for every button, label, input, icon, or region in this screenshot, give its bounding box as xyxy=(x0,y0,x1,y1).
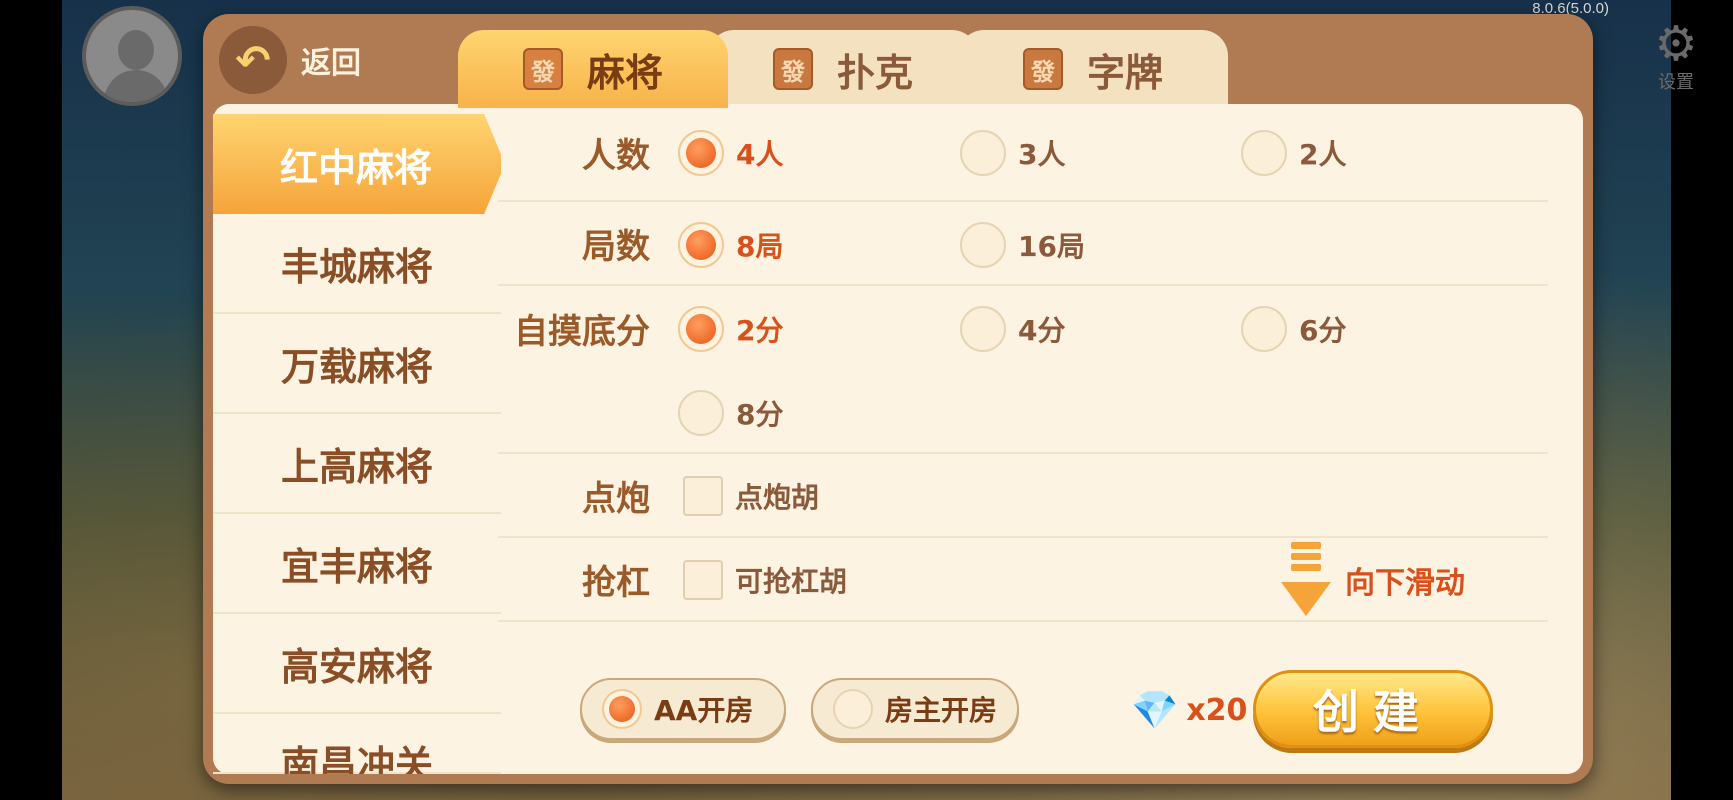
base-score-option-6[interactable]: 6分 xyxy=(1241,306,1346,352)
avatar[interactable] xyxy=(82,6,182,106)
qianggang-checkbox-option[interactable]: 可抢杠胡 xyxy=(683,560,847,600)
sidebar-item-yifeng[interactable]: 宜丰麻将 xyxy=(213,514,501,614)
letterbox-right xyxy=(1671,0,1733,800)
aa-pay-button[interactable]: AA开房 xyxy=(580,678,786,740)
back-arrow-icon: ↶ xyxy=(219,26,287,94)
tab-zipai[interactable]: 發 字牌 xyxy=(958,30,1228,108)
option-label: 6分 xyxy=(1299,314,1347,347)
sidebar-item-fengcheng[interactable]: 丰城麻将 xyxy=(213,214,501,314)
scroll-down-arrow-icon xyxy=(1281,542,1331,618)
letterbox-left xyxy=(0,0,62,800)
option-label: 2人 xyxy=(1299,138,1347,171)
qianggang-label: 抢杠 xyxy=(582,562,650,603)
rounds-option-8[interactable]: 8局 xyxy=(678,222,783,268)
base-score-label: 自摸底分 xyxy=(514,312,650,352)
radio-button[interactable] xyxy=(960,222,1006,268)
tab-label: 麻将 xyxy=(586,50,663,95)
option-label: 4人 xyxy=(736,138,784,171)
tab-mahjong[interactable]: 發 麻将 xyxy=(458,30,728,108)
fa-tile-icon: 發 xyxy=(1022,48,1063,90)
content-area: 红中麻将 丰城麻将 万载麻将 上高麻将 宜丰麻将 高安麻将 南昌冲关 人数 4人… xyxy=(213,104,1583,774)
players-option-4[interactable]: 4人 xyxy=(678,130,783,176)
dianpao-label: 点炮 xyxy=(582,478,650,519)
settings-label: 设置 xyxy=(1658,72,1694,93)
base-score-option-8[interactable]: 8分 xyxy=(678,390,783,436)
scroll-hint-label: 向下滑动 xyxy=(1345,566,1465,601)
diamond-icon: 💎 xyxy=(1131,688,1179,732)
radio-button[interactable] xyxy=(602,689,642,729)
gear-icon: ⚙ xyxy=(1654,16,1698,72)
fa-tile-icon: 發 xyxy=(772,48,813,90)
back-label: 返回 xyxy=(301,46,361,81)
radio-button[interactable] xyxy=(833,689,873,729)
checkbox[interactable] xyxy=(683,560,723,600)
diamond-count: x20 xyxy=(1186,693,1248,728)
players-label: 人数 xyxy=(582,135,650,176)
option-label: 2分 xyxy=(736,314,784,347)
owner-pay-button[interactable]: 房主开房 xyxy=(811,678,1019,740)
rounds-label: 局数 xyxy=(582,226,650,267)
players-option-3[interactable]: 3人 xyxy=(960,130,1065,176)
create-room-panel: ↶ 返回 發 麻将 發 扑克 發 字牌 红中麻将 丰城麻将 万载麻将 上高麻将 … xyxy=(203,14,1593,784)
back-button[interactable]: ↶ 返回 xyxy=(219,26,361,94)
option-label: 8分 xyxy=(736,398,784,431)
sidebar-item-shanggao[interactable]: 上高麻将 xyxy=(213,414,501,514)
sidebar-item-gaoan[interactable]: 高安麻将 xyxy=(213,614,501,714)
option-label: 8局 xyxy=(736,230,784,263)
base-score-option-2[interactable]: 2分 xyxy=(678,306,783,352)
radio-button[interactable] xyxy=(1241,130,1287,176)
owner-pay-label: 房主开房 xyxy=(885,694,998,727)
avatar-body-shape xyxy=(104,70,168,102)
sidebar-item-wanzai[interactable]: 万载麻将 xyxy=(213,314,501,414)
sidebar-item-nanchang[interactable]: 南昌冲关 xyxy=(213,714,501,774)
fa-tile-icon: 發 xyxy=(522,48,563,90)
mahjong-type-sidebar: 红中麻将 丰城麻将 万载麻将 上高麻将 宜丰麻将 高安麻将 南昌冲关 xyxy=(213,114,501,774)
option-label: 可抢杠胡 xyxy=(735,565,848,598)
diamond-cost: 💎 x20 xyxy=(1131,688,1247,733)
sidebar-item-hongzhong[interactable]: 红中麻将 xyxy=(213,114,501,214)
settings-button[interactable]: ⚙ 设置 xyxy=(1643,16,1709,93)
option-label: 3人 xyxy=(1018,138,1066,171)
create-button[interactable]: 创建 xyxy=(1253,670,1493,748)
scroll-down-hint: 向下滑动 xyxy=(1281,542,1465,618)
radio-button[interactable] xyxy=(678,222,724,268)
base-score-option-4[interactable]: 4分 xyxy=(960,306,1065,352)
checkbox[interactable] xyxy=(683,476,723,516)
rule-options: 人数 4人 3人 2人 局数 8局 16局 自摸底分 2分 4分 6分 8分 点… xyxy=(498,104,1573,664)
option-label: 4分 xyxy=(1018,314,1066,347)
tab-label: 字牌 xyxy=(1086,50,1163,95)
radio-button[interactable] xyxy=(1241,306,1287,352)
option-label: 16局 xyxy=(1018,230,1085,263)
game-category-tabs: 發 麻将 發 扑克 發 字牌 xyxy=(458,30,1228,108)
radio-button[interactable] xyxy=(960,130,1006,176)
radio-button[interactable] xyxy=(678,306,724,352)
radio-button[interactable] xyxy=(678,130,724,176)
dianpao-row: 点炮 xyxy=(498,454,1548,538)
radio-button[interactable] xyxy=(960,306,1006,352)
aa-pay-label: AA开房 xyxy=(654,694,754,727)
tab-label: 扑克 xyxy=(836,50,913,95)
dianpao-checkbox-option[interactable]: 点炮胡 xyxy=(683,476,819,516)
option-label: 点炮胡 xyxy=(735,481,820,514)
tab-poker[interactable]: 發 扑克 xyxy=(708,30,978,108)
rounds-option-16[interactable]: 16局 xyxy=(960,222,1085,268)
avatar-head-shape xyxy=(118,30,154,70)
players-option-2[interactable]: 2人 xyxy=(1241,130,1346,176)
radio-button[interactable] xyxy=(678,390,724,436)
